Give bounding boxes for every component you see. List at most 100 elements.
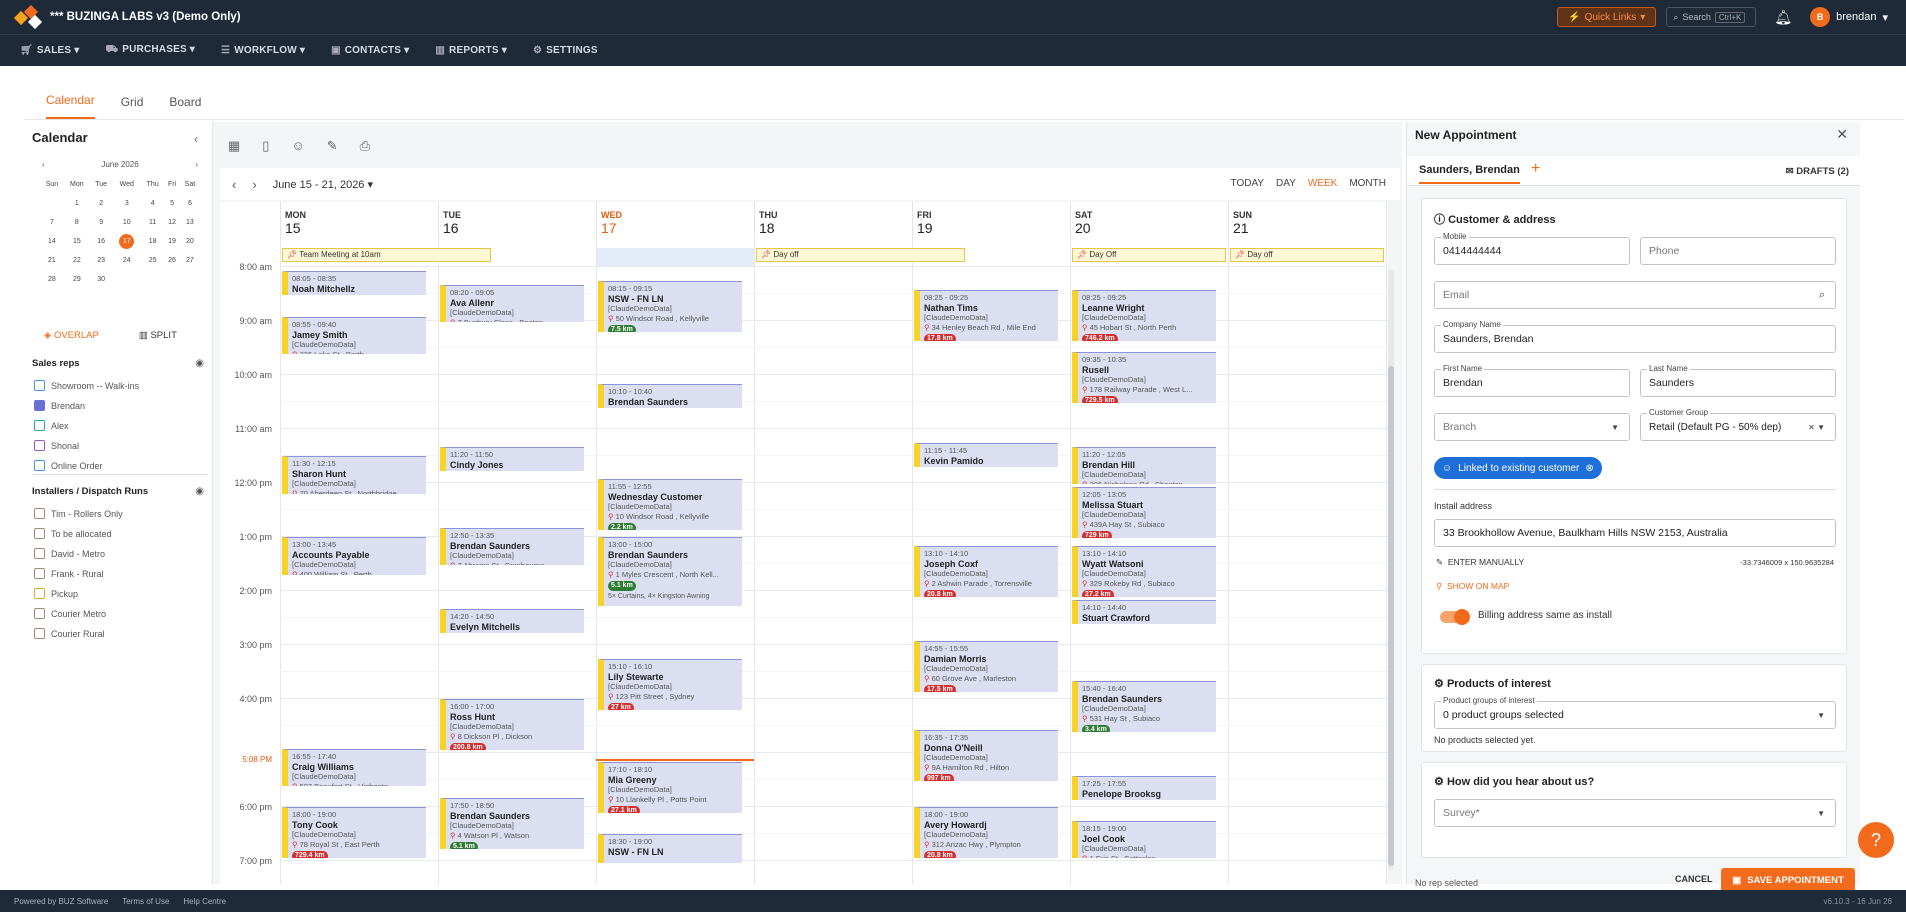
- sales-rep-item[interactable]: Alex: [34, 420, 69, 431]
- email-field[interactable]: Email ⌕: [1434, 281, 1836, 309]
- last-name-field[interactable]: Last Name Saunders: [1640, 364, 1836, 397]
- mini-day[interactable]: 9: [90, 213, 113, 232]
- view-month[interactable]: MONTH: [1349, 178, 1386, 189]
- close-icon[interactable]: ✕: [1836, 126, 1848, 143]
- view-week[interactable]: WEEK: [1308, 178, 1337, 189]
- billing-same-toggle[interactable]: [1440, 609, 1470, 625]
- appointment-event[interactable]: 11:15 - 11:45 Kevin Pamido: [914, 442, 1058, 467]
- mini-day[interactable]: 29: [64, 270, 90, 289]
- mini-day[interactable]: 7: [40, 213, 64, 232]
- install-address-field[interactable]: 33 Brookhollow Avenue, Baulkham Hills NS…: [1434, 519, 1836, 547]
- checkbox[interactable]: [34, 588, 45, 599]
- mini-day[interactable]: 15: [64, 232, 90, 251]
- day-header[interactable]: SAT 20: [1070, 202, 1228, 236]
- checkbox[interactable]: [34, 380, 45, 391]
- add-tab-icon[interactable]: +: [1531, 160, 1540, 178]
- appointment-event[interactable]: 08:05 - 08:35 Noah Mitchellz: [282, 271, 426, 296]
- appointment-event[interactable]: 13:00 - 13:45 Accounts Payable [ClaudeDemo…: [282, 537, 426, 575]
- mini-day[interactable]: 21: [40, 251, 64, 270]
- search-button[interactable]: ⌕ Search Ctrl+K: [1666, 7, 1757, 27]
- installer-item[interactable]: David - Metro: [34, 548, 105, 559]
- installer-item[interactable]: Tim - Rollers Only: [34, 508, 123, 519]
- appointment-event[interactable]: 18:00 - 19:00 Avery Howardj [ClaudeDemoDat…: [914, 807, 1058, 858]
- mini-day[interactable]: 25: [141, 251, 164, 270]
- tab-calendar[interactable]: Calendar: [46, 93, 95, 119]
- mini-day[interactable]: 27: [180, 251, 200, 270]
- eye-icon[interactable]: ◉: [195, 358, 204, 369]
- view-today[interactable]: TODAY: [1231, 178, 1265, 189]
- day-header[interactable]: TUE 16: [438, 202, 596, 236]
- save-appointment-button[interactable]: ▣ SAVE APPOINTMENT: [1721, 868, 1855, 892]
- checkbox[interactable]: [34, 608, 45, 619]
- appointment-event[interactable]: 16:35 - 17:35 Donna O'Neill [ClaudeDemoDat…: [914, 730, 1058, 782]
- mobile-field[interactable]: Mobile 0414444444: [1434, 232, 1630, 265]
- mini-day[interactable]: 12: [164, 213, 180, 232]
- eye-icon[interactable]: ◉: [195, 486, 204, 497]
- checkbox[interactable]: [34, 528, 45, 539]
- appointment-event[interactable]: 17:25 - 17:55 Penelope Brooksg: [1072, 775, 1216, 800]
- mini-day[interactable]: 30: [90, 270, 113, 289]
- checkbox[interactable]: [34, 420, 45, 431]
- sales-rep-item[interactable]: Online Order: [34, 460, 103, 471]
- checkbox[interactable]: [34, 508, 45, 519]
- installer-item[interactable]: Frank - Rural: [34, 568, 104, 579]
- overlap-button[interactable]: ◈ OVERLAP: [44, 330, 99, 341]
- mini-day[interactable]: 23: [90, 251, 113, 270]
- mini-day[interactable]: 18: [141, 232, 164, 251]
- prev-week-button[interactable]: ‹: [232, 177, 236, 192]
- mini-day[interactable]: 2: [90, 194, 113, 213]
- appointment-event[interactable]: 18:00 - 19:00 Tony Cook [ClaudeDemoData] ⚲ …: [282, 807, 426, 858]
- split-button[interactable]: ▥ SPLIT: [139, 330, 177, 341]
- appointment-event[interactable]: 08:15 - 09:15 NSW - FN LN [ClaudeDemoData]…: [598, 280, 742, 332]
- mini-day[interactable]: 14: [40, 232, 64, 251]
- tab-grid[interactable]: Grid: [121, 95, 144, 119]
- mini-day[interactable]: 10: [112, 213, 141, 232]
- phone-field[interactable]: Phone: [1640, 237, 1836, 265]
- appointment-event[interactable]: 18:15 - 19:00 Joel Cook [ClaudeDemoData] ⚲ …: [1072, 820, 1216, 858]
- appointment-event[interactable]: 15:40 - 16:40 Brendan Saunders [ClaudeDemo…: [1072, 681, 1216, 733]
- allday-event[interactable]: 📌︎ Day off: [756, 248, 966, 262]
- linked-customer-chip[interactable]: ☺ Linked to existing customer ⊗: [1434, 457, 1602, 479]
- close-icon[interactable]: ⊗: [1585, 463, 1593, 474]
- first-name-field[interactable]: First Name Brendan: [1434, 364, 1630, 397]
- bell-icon[interactable]: 🔔︎: [1774, 9, 1792, 26]
- day-header[interactable]: THU 18: [754, 202, 912, 236]
- day-header[interactable]: SUN 21: [1228, 202, 1386, 236]
- appointment-event[interactable]: 12:50 - 13:35 Brendan Saunders [ClaudeDemo…: [440, 527, 584, 566]
- appointment-event[interactable]: 13:00 - 15:00 Brendan Saunders [ClaudeDemo…: [598, 537, 742, 606]
- user-menu[interactable]: Bbrendan ▾: [1810, 7, 1888, 27]
- appointment-event[interactable]: 08:25 - 09:25 Leanne Wright [ClaudeDemoDat…: [1072, 289, 1216, 341]
- appointment-event[interactable]: 14:55 - 15:55 Damian Morris [ClaudeDemoDat…: [914, 640, 1058, 692]
- installer-item[interactable]: Pickup: [34, 588, 78, 599]
- prev-month-button[interactable]: ‹: [42, 160, 45, 169]
- allday-event[interactable]: 📌︎ Day Off: [1072, 248, 1226, 262]
- cancel-button[interactable]: CANCEL: [1675, 874, 1713, 884]
- appointment-event[interactable]: 12:05 - 13:05 Melissa Stuart [ClaudeDemoDa…: [1072, 487, 1216, 539]
- nav-purchases[interactable]: ⛟ PURCHASES ▾: [105, 44, 195, 57]
- appointment-event[interactable]: 18:30 - 19:00 NSW - FN LN: [598, 834, 742, 864]
- next-month-button[interactable]: ›: [195, 160, 198, 169]
- appointment-event[interactable]: 11:55 - 12:55 Wednesday Customer [ClaudeDe…: [598, 478, 742, 530]
- mini-day[interactable]: 8: [64, 213, 90, 232]
- product-groups-select[interactable]: Product groups of interest 0 product grou…: [1434, 696, 1836, 729]
- checkbox[interactable]: [34, 548, 45, 559]
- mini-day[interactable]: 28: [40, 270, 64, 289]
- enter-manually-button[interactable]: ✎ ENTER MANUALLY: [1436, 557, 1524, 568]
- day-header[interactable]: MON 15: [280, 202, 438, 236]
- allday-event[interactable]: 📌︎ Day off: [1230, 248, 1384, 262]
- appointment-event[interactable]: 09:35 - 10:35 Rusell [ClaudeDemoData] ⚲ 178…: [1072, 352, 1216, 404]
- checkbox[interactable]: [34, 628, 45, 639]
- mini-day[interactable]: 3: [112, 194, 141, 213]
- mini-day[interactable]: 22: [64, 251, 90, 270]
- view-day[interactable]: DAY: [1276, 178, 1296, 189]
- terms-link[interactable]: Terms of Use: [122, 897, 169, 906]
- appointment-event[interactable]: 08:20 - 09:05 Ava Allenr [ClaudeDemoData] ⚲…: [440, 284, 584, 323]
- appointment-event[interactable]: 13:10 - 14:10 Joseph Coxf [ClaudeDemoData]…: [914, 546, 1058, 598]
- mini-day[interactable]: 16: [90, 232, 113, 251]
- appointment-event[interactable]: 14:10 - 14:40 Stuart Crawford: [1072, 600, 1216, 625]
- help-centre-link[interactable]: Help Centre: [183, 897, 226, 906]
- show-on-map-button[interactable]: ⚲ SHOW ON MAP: [1436, 581, 1509, 592]
- person-icon[interactable]: ☺: [291, 138, 304, 154]
- appointment-event[interactable]: 08:25 - 09:25 Nathan Tims [ClaudeDemoData]…: [914, 289, 1058, 341]
- appointment-event[interactable]: 17:10 - 18:10 Mia Greeny [ClaudeDemoData] ⚲…: [598, 762, 742, 814]
